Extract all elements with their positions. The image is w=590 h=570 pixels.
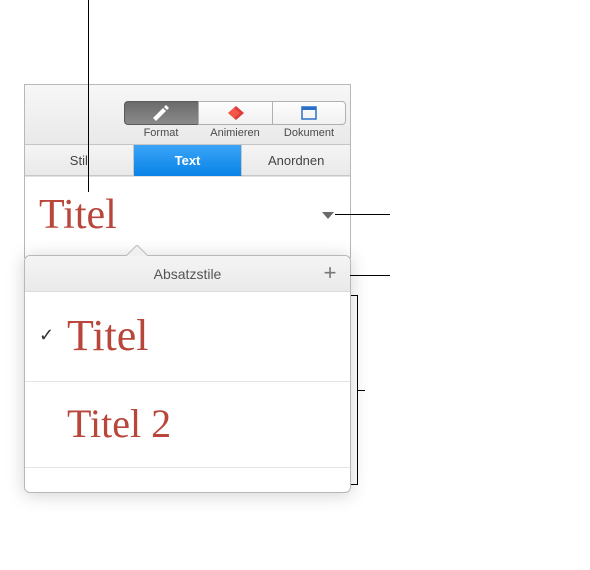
tab-text[interactable]: Text [134,145,243,176]
popover-header: Absatzstile + [25,256,350,292]
inspector-tabs: Stil Text Anordnen [25,145,350,177]
tab-label: Stil [70,153,88,168]
callout-leader [335,214,390,215]
inspector-panel: Format Animieren Dokum [24,84,351,258]
styles-list: ✓ Titel Titel 2 [25,292,350,492]
inspector-toolbar: Format Animieren Dokum [25,85,350,145]
checkmark-icon: ✓ [39,325,55,346]
style-preview: Titel [67,310,149,361]
tab-label: Anordnen [268,153,324,168]
bracket-nub [357,390,365,391]
document-button[interactable] [272,101,346,125]
style-preview: Titel 2 [67,400,171,447]
style-item-titel[interactable]: ✓ Titel [25,292,350,382]
add-style-button[interactable]: + [320,264,340,284]
format-label: Format [144,127,179,139]
current-style-name: Titel [39,191,117,239]
plus-icon: + [324,260,337,285]
toolbar-segment: Format Animieren Dokum [124,101,346,139]
animate-button[interactable] [198,101,272,125]
diamond-icon [225,105,247,121]
document-label: Dokument [284,127,334,139]
paragraph-styles-popover: Absatzstile + ✓ Titel Titel 2 [24,255,351,493]
chevron-down-icon [322,212,334,219]
brush-icon [151,105,173,121]
paragraph-style-button[interactable]: Titel [25,177,350,257]
format-item: Format [124,101,198,139]
callout-leader [350,275,390,276]
animate-item: Animieren [198,101,272,139]
callout-bracket [352,295,358,485]
tab-label: Text [175,153,201,168]
popover-caret [125,245,147,256]
tab-stil[interactable]: Stil [25,145,134,176]
popover-title: Absatzstile [25,266,350,282]
tab-anordnen[interactable]: Anordnen [242,145,350,176]
format-button[interactable] [124,101,198,125]
style-item-titel-2[interactable]: Titel 2 [25,382,350,468]
animate-label: Animieren [210,127,260,139]
page-icon [301,106,317,120]
callout-leader [88,0,89,192]
document-item: Dokument [272,101,346,139]
